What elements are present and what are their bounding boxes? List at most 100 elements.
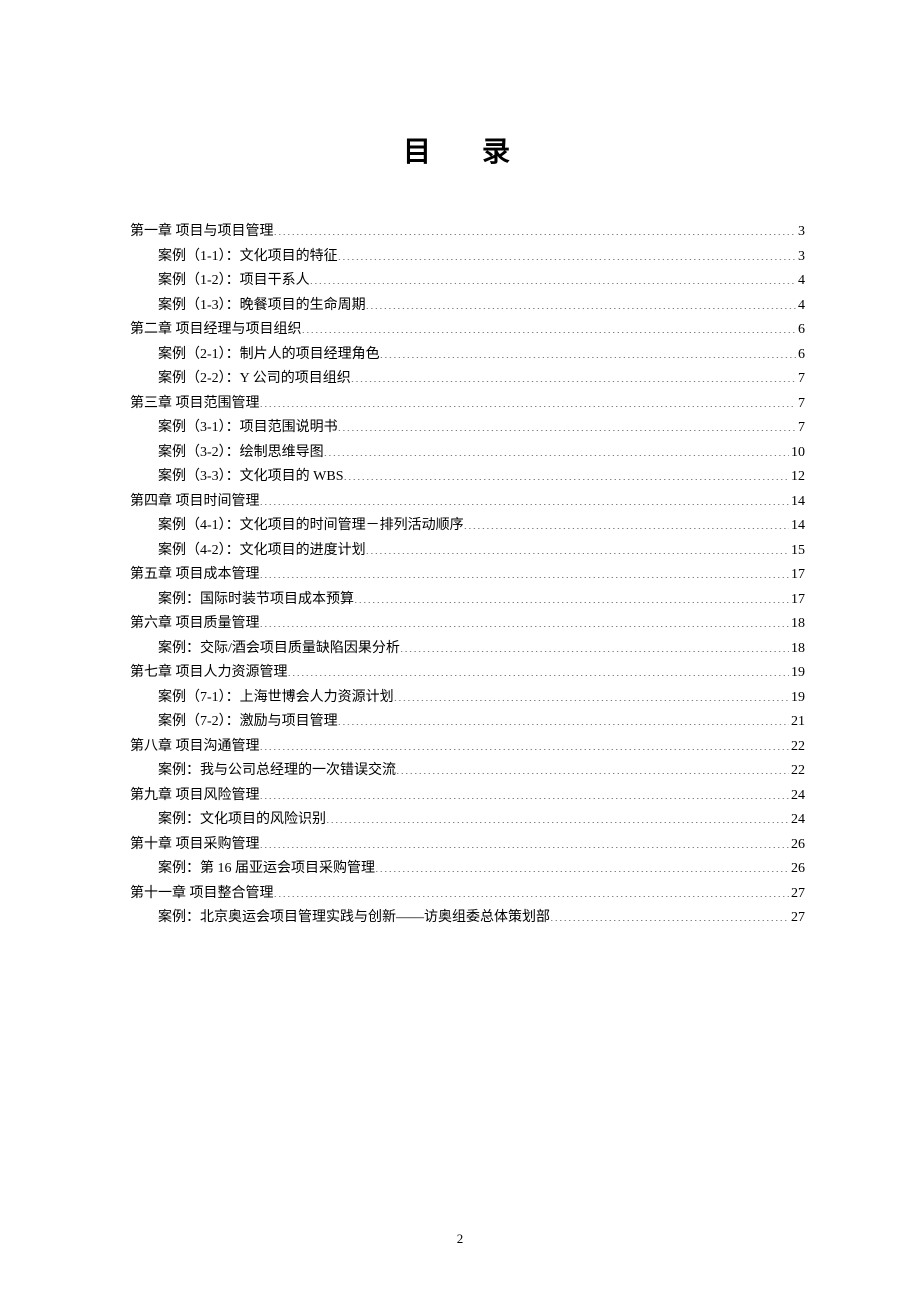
toc-entry: 案例：交际/酒会项目质量缺陷因果分析 18 [130,637,805,662]
toc-entry: 案例：第 16 届亚运会项目采购管理26 [130,857,805,882]
toc-entry-label: 案例：国际时装节项目成本预算 [158,588,354,613]
toc-entry-page: 22 [789,735,805,760]
toc-entry-page: 10 [789,441,805,466]
toc-entry-page: 27 [789,882,805,907]
toc-entry-label: 第四章 项目时间管理 [130,490,260,515]
toc-entry-page: 7 [796,392,805,417]
toc-entry: 案例（4-1）：文化项目的时间管理－排列活动顺序 14 [130,514,805,539]
toc-leader-dots [310,270,796,284]
toc-leader-dots [338,246,796,260]
toc-entry: 案例（3-3）：文化项目的 WBS 12 [130,465,805,490]
toc-leader-dots [260,564,790,578]
toc-entry-page: 24 [789,808,805,833]
toc-entry-label: 第三章 项目范围管理 [130,392,260,417]
toc-entry: 案例（1-3）：晚餐项目的生命周期 4 [130,294,805,319]
toc-leader-dots [375,858,789,872]
toc-entry-page: 26 [789,833,805,858]
toc-entry-label: 第二章 项目经理与项目组织 [130,318,302,343]
toc-entry-label: 案例（2-1）：制片人的项目经理角色 [158,343,380,368]
toc-entry: 案例：我与公司总经理的一次错误交流 22 [130,759,805,784]
toc-entry-page: 6 [796,318,805,343]
toc-entry-label: 案例（1-2）：项目干系人 [158,269,310,294]
toc-entry: 第五章 项目成本管理17 [130,563,805,588]
toc-entry-page: 17 [789,588,805,613]
toc-entry-label: 案例：交际/酒会项目质量缺陷因果分析 [158,637,400,662]
toc-entry-page: 7 [796,367,805,392]
toc-leader-dots [464,515,789,529]
toc-entry-label: 案例（7-1）：上海世博会人力资源计划 [158,686,394,711]
toc-entry-page: 3 [796,220,805,245]
toc-entry-label: 第十一章 项目整合管理 [130,882,274,907]
toc-leader-dots [338,417,796,431]
toc-entry-label: 案例（7-2）：激励与项目管理 [158,710,338,735]
toc-leader-dots [380,344,796,358]
toc-entry: 第十章 项目采购管理26 [130,833,805,858]
toc-leader-dots [260,491,790,505]
toc-entry-label: 第八章 项目沟通管理 [130,735,260,760]
toc-entry-page: 17 [789,563,805,588]
toc-entry: 案例（1-1）：文化项目的特征 3 [130,245,805,270]
toc-entry-label: 案例（3-2）：绘制思维导图 [158,441,324,466]
toc-entry: 案例：北京奥运会项目管理实践与创新——访奥组委总体策划部27 [130,906,805,931]
toc-entry-page: 19 [789,686,805,711]
toc-entry: 案例（7-1）：上海世博会人力资源计划 19 [130,686,805,711]
toc-entry: 案例（2-1）：制片人的项目经理角色 6 [130,343,805,368]
toc-entry: 第六章 项目质量管理18 [130,612,805,637]
toc-entry-label: 案例（1-1）：文化项目的特征 [158,245,338,270]
toc-title: 目 录 [130,130,805,170]
toc-leader-dots [302,319,797,333]
toc-leader-dots [274,883,790,897]
toc-entry-page: 14 [789,514,805,539]
toc-entry: 案例：国际时装节项目成本预算 17 [130,588,805,613]
toc-entry-page: 18 [789,637,805,662]
toc-entry-page: 4 [796,269,805,294]
toc-entry-page: 7 [796,416,805,441]
toc-entry-page: 4 [796,294,805,319]
toc-leader-dots [260,393,797,407]
toc-entry-label: 第一章 项目与项目管理 [130,220,274,245]
toc-entry: 第九章 项目风险管理24 [130,784,805,809]
toc-entry-page: 19 [789,661,805,686]
toc-entry-label: 案例：北京奥运会项目管理实践与创新——访奥组委总体策划部 [158,906,550,931]
toc-entry-page: 21 [789,710,805,735]
toc-leader-dots [354,589,789,603]
toc-leader-dots [351,368,796,382]
toc-entry-page: 3 [796,245,805,270]
page-number: 2 [0,1231,920,1247]
toc-leader-dots [396,760,789,774]
toc-leader-dots [394,687,789,701]
toc-entry-label: 案例（3-3）：文化项目的 WBS [158,465,344,490]
toc-entry-label: 案例：我与公司总经理的一次错误交流 [158,759,396,784]
toc-entry-label: 第九章 项目风险管理 [130,784,260,809]
toc-leader-dots [260,613,790,627]
toc-entry: 第三章 项目范围管理 7 [130,392,805,417]
document-page: 目 录 第一章 项目与项目管理3案例（1-1）：文化项目的特征 3案例（1-2）… [0,0,920,931]
toc-entry-label: 案例（3-1）：项目范围说明书 [158,416,338,441]
toc-leader-dots [288,662,790,676]
toc-entry-label: 第六章 项目质量管理 [130,612,260,637]
toc-entry-label: 案例：第 16 届亚运会项目采购管理 [158,857,375,882]
toc-entry-label: 案例（4-1）：文化项目的时间管理－排列活动顺序 [158,514,464,539]
toc-entry: 第八章 项目沟通管理 22 [130,735,805,760]
toc-entry-page: 14 [789,490,805,515]
toc-leader-dots [338,711,789,725]
toc-entry: 案例：文化项目的风险识别 24 [130,808,805,833]
toc-entry-label: 第七章 项目人力资源管理 [130,661,288,686]
toc-entry-page: 22 [789,759,805,784]
toc-leader-dots [324,442,789,456]
toc-entry: 案例（3-2）：绘制思维导图 10 [130,441,805,466]
toc-leader-dots [344,466,790,480]
toc-entry: 第七章 项目人力资源管理 19 [130,661,805,686]
toc-entry-page: 12 [789,465,805,490]
toc-entry: 案例（1-2）：项目干系人 4 [130,269,805,294]
toc-entry-page: 15 [789,539,805,564]
toc-leader-dots [260,834,790,848]
toc-leader-dots [326,809,789,823]
toc-entry: 案例（4-2）：文化项目的进度计划 15 [130,539,805,564]
toc-leader-dots [550,907,789,921]
toc-entry: 第四章 项目时间管理 14 [130,490,805,515]
toc-entry: 案例（2-2）：Y 公司的项目组织 7 [130,367,805,392]
toc-entry-label: 案例：文化项目的风险识别 [158,808,326,833]
toc-entry-page: 6 [796,343,805,368]
toc-entry: 案例（3-1）：项目范围说明书 7 [130,416,805,441]
